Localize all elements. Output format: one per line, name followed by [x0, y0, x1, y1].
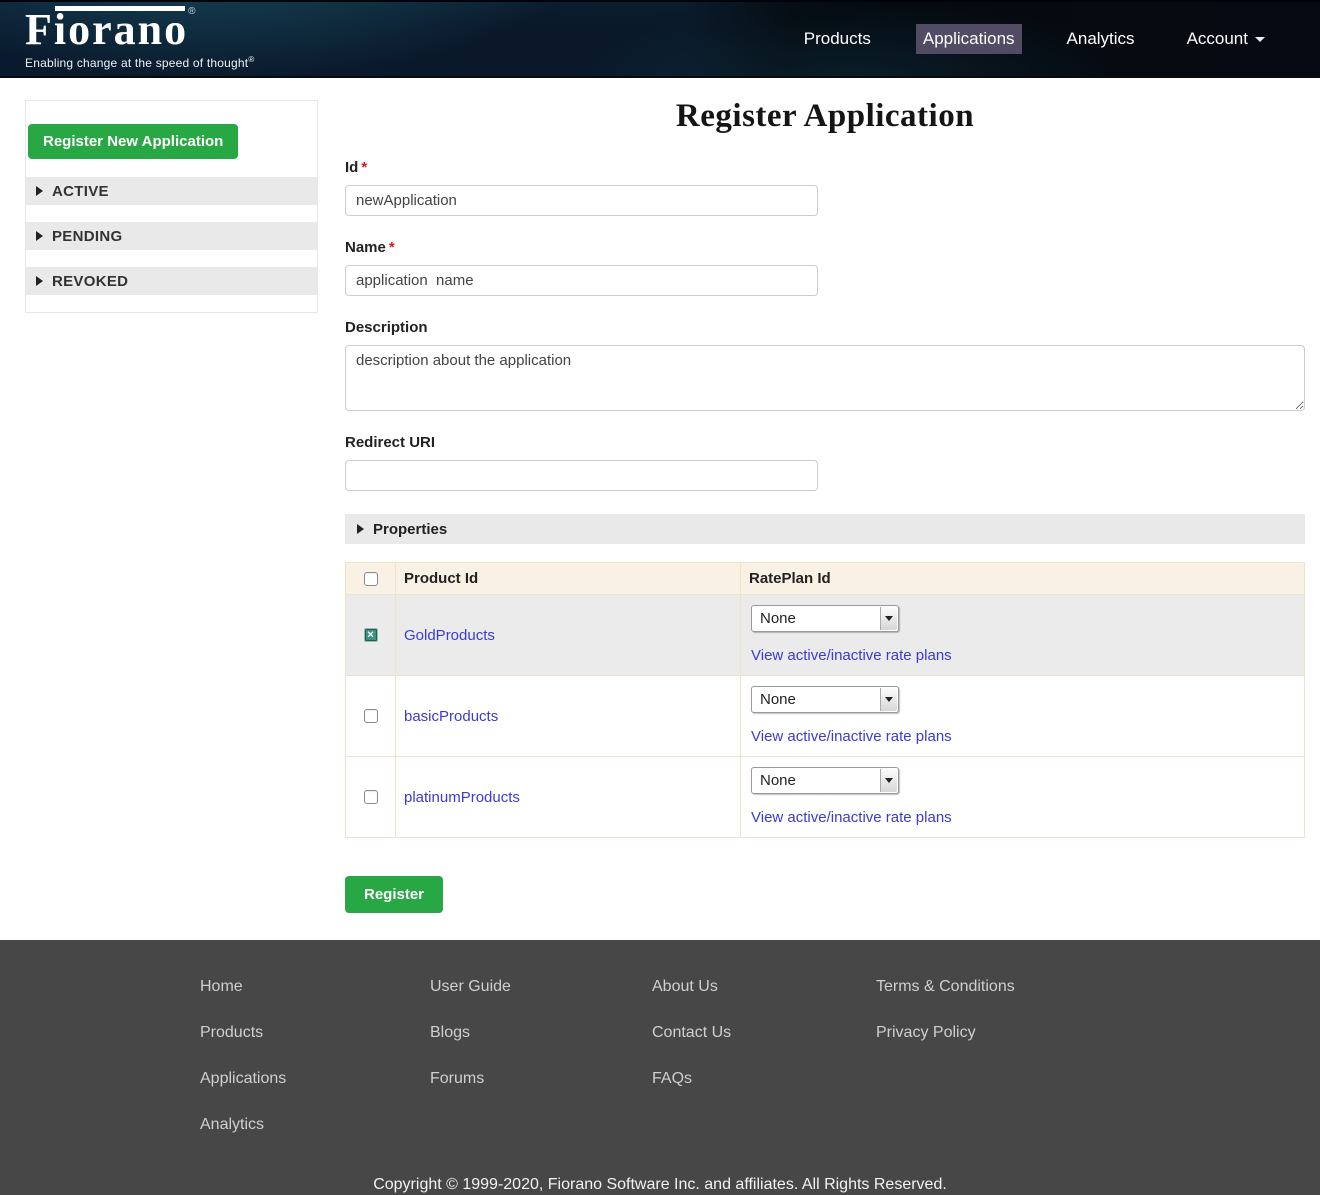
required-asterisk: * — [361, 159, 367, 176]
footer: Home Products Applications Analytics Use… — [0, 940, 1320, 1195]
table-row: platinumProducts None View active/inacti… — [346, 757, 1305, 838]
rateplan-select[interactable]: None — [751, 767, 899, 794]
footer-link-home[interactable]: Home — [200, 978, 430, 996]
product-link[interactable]: basicProducts — [404, 708, 498, 725]
footer-column-company: About Us Contact Us FAQs — [652, 978, 876, 1162]
footer-link-applications[interactable]: Applications — [200, 1070, 430, 1088]
footer-link-terms[interactable]: Terms & Conditions — [876, 978, 1015, 996]
select-all-checkbox[interactable] — [364, 572, 378, 586]
rateplan-selected-value: None — [760, 691, 796, 708]
column-header-product-id: Product Id — [396, 563, 741, 595]
logo-text: Fiorano — [25, 5, 188, 54]
id-input[interactable] — [345, 185, 818, 216]
id-field-group: Id* — [345, 159, 1305, 216]
table-row: basicProducts None View active/inactive … — [346, 676, 1305, 757]
content-area: Register New Application ACTIVE PENDING … — [0, 78, 1320, 940]
chevron-right-icon — [357, 524, 364, 534]
name-input[interactable] — [345, 265, 818, 296]
footer-column-resources: User Guide Blogs Forums — [430, 978, 652, 1162]
nav-item-products[interactable]: Products — [797, 24, 878, 54]
footer-link-blogs[interactable]: Blogs — [430, 1024, 652, 1042]
footer-links: Home Products Applications Analytics Use… — [200, 978, 1320, 1162]
description-field-group: Description description about the applic… — [345, 319, 1305, 411]
properties-header-label: Properties — [373, 521, 447, 538]
sidebar-section-label: PENDING — [52, 228, 122, 245]
brand-logo: Fiorano® Enabling change at the speed of… — [0, 8, 254, 70]
registered-mark: ® — [188, 6, 195, 17]
name-field-group: Name* — [345, 239, 1305, 296]
select-dropdown-button — [880, 769, 897, 792]
product-link[interactable]: platinumProducts — [404, 789, 520, 806]
view-rate-plans-link[interactable]: View active/inactive rate plans — [751, 809, 952, 826]
brand-tagline: Enabling change at the speed of thought® — [25, 55, 254, 70]
rateplan-selected-value: None — [760, 610, 796, 627]
footer-link-analytics[interactable]: Analytics — [200, 1116, 430, 1134]
table-header-row: Product Id RatePlan Id — [346, 563, 1305, 595]
caret-down-icon — [885, 616, 893, 621]
page-title: Register Application — [345, 98, 1305, 135]
caret-down-icon — [1255, 37, 1265, 42]
register-new-application-button[interactable]: Register New Application — [28, 124, 238, 159]
footer-column-legal: Terms & Conditions Privacy Policy — [876, 978, 1015, 1162]
row-checkbox[interactable] — [364, 790, 378, 804]
footer-link-privacy[interactable]: Privacy Policy — [876, 1024, 1015, 1042]
sidebar-section-label: REVOKED — [52, 273, 128, 290]
main-nav: Products Applications Analytics Account — [797, 24, 1272, 54]
rateplan-select[interactable]: None — [751, 605, 899, 632]
register-button[interactable]: Register — [345, 876, 443, 913]
view-rate-plans-link[interactable]: View active/inactive rate plans — [751, 647, 952, 664]
footer-link-about-us[interactable]: About Us — [652, 978, 876, 996]
footer-column-site: Home Products Applications Analytics — [200, 978, 430, 1162]
caret-down-icon — [885, 697, 893, 702]
product-link[interactable]: GoldProducts — [404, 627, 495, 644]
select-dropdown-button — [880, 688, 897, 711]
properties-accordion-header[interactable]: Properties — [345, 514, 1305, 544]
footer-link-contact-us[interactable]: Contact Us — [652, 1024, 876, 1042]
rateplan-selected-value: None — [760, 772, 796, 789]
select-all-cell — [346, 563, 396, 595]
table-row: GoldProducts None View active/inactive r… — [346, 595, 1305, 676]
view-rate-plans-link[interactable]: View active/inactive rate plans — [751, 728, 952, 745]
account-label: Account — [1187, 29, 1248, 49]
sidebar-section-active[interactable]: ACTIVE — [26, 177, 317, 205]
redirect-uri-field-group: Redirect URI — [345, 434, 1305, 491]
name-label: Name* — [345, 239, 1305, 256]
chevron-right-icon — [36, 276, 43, 286]
column-header-rateplan-id: RatePlan Id — [741, 563, 1305, 595]
nav-item-applications[interactable]: Applications — [916, 24, 1022, 54]
caret-down-icon — [885, 778, 893, 783]
products-rateplan-table: Product Id RatePlan Id GoldProducts None… — [345, 562, 1305, 838]
nav-item-account[interactable]: Account — [1180, 24, 1272, 54]
sidebar: Register New Application ACTIVE PENDING … — [25, 100, 318, 313]
top-navbar: Fiorano® Enabling change at the speed of… — [0, 0, 1320, 78]
chevron-right-icon — [36, 186, 43, 196]
sidebar-section-pending[interactable]: PENDING — [26, 222, 317, 250]
footer-link-forums[interactable]: Forums — [430, 1070, 652, 1088]
chevron-right-icon — [36, 231, 43, 241]
row-checkbox[interactable] — [364, 709, 378, 723]
required-asterisk: * — [389, 239, 395, 256]
row-checkbox[interactable] — [364, 628, 378, 642]
sidebar-section-revoked[interactable]: REVOKED — [26, 267, 317, 295]
copyright-text: Copyright © 1999-2020, Fiorano Software … — [0, 1176, 1320, 1194]
footer-link-faqs[interactable]: FAQs — [652, 1070, 876, 1088]
redirect-uri-input[interactable] — [345, 460, 818, 491]
footer-link-user-guide[interactable]: User Guide — [430, 978, 652, 996]
rateplan-select[interactable]: None — [751, 686, 899, 713]
nav-item-analytics[interactable]: Analytics — [1060, 24, 1142, 54]
sidebar-section-label: ACTIVE — [52, 183, 109, 200]
redirect-uri-label: Redirect URI — [345, 434, 1305, 451]
description-label: Description — [345, 319, 1305, 336]
description-textarea[interactable]: description about the application — [345, 345, 1305, 411]
id-label: Id* — [345, 159, 1305, 176]
select-dropdown-button — [880, 607, 897, 630]
register-application-form: Register Application Id* Name* Descripti… — [345, 78, 1305, 913]
footer-link-products[interactable]: Products — [200, 1024, 430, 1042]
